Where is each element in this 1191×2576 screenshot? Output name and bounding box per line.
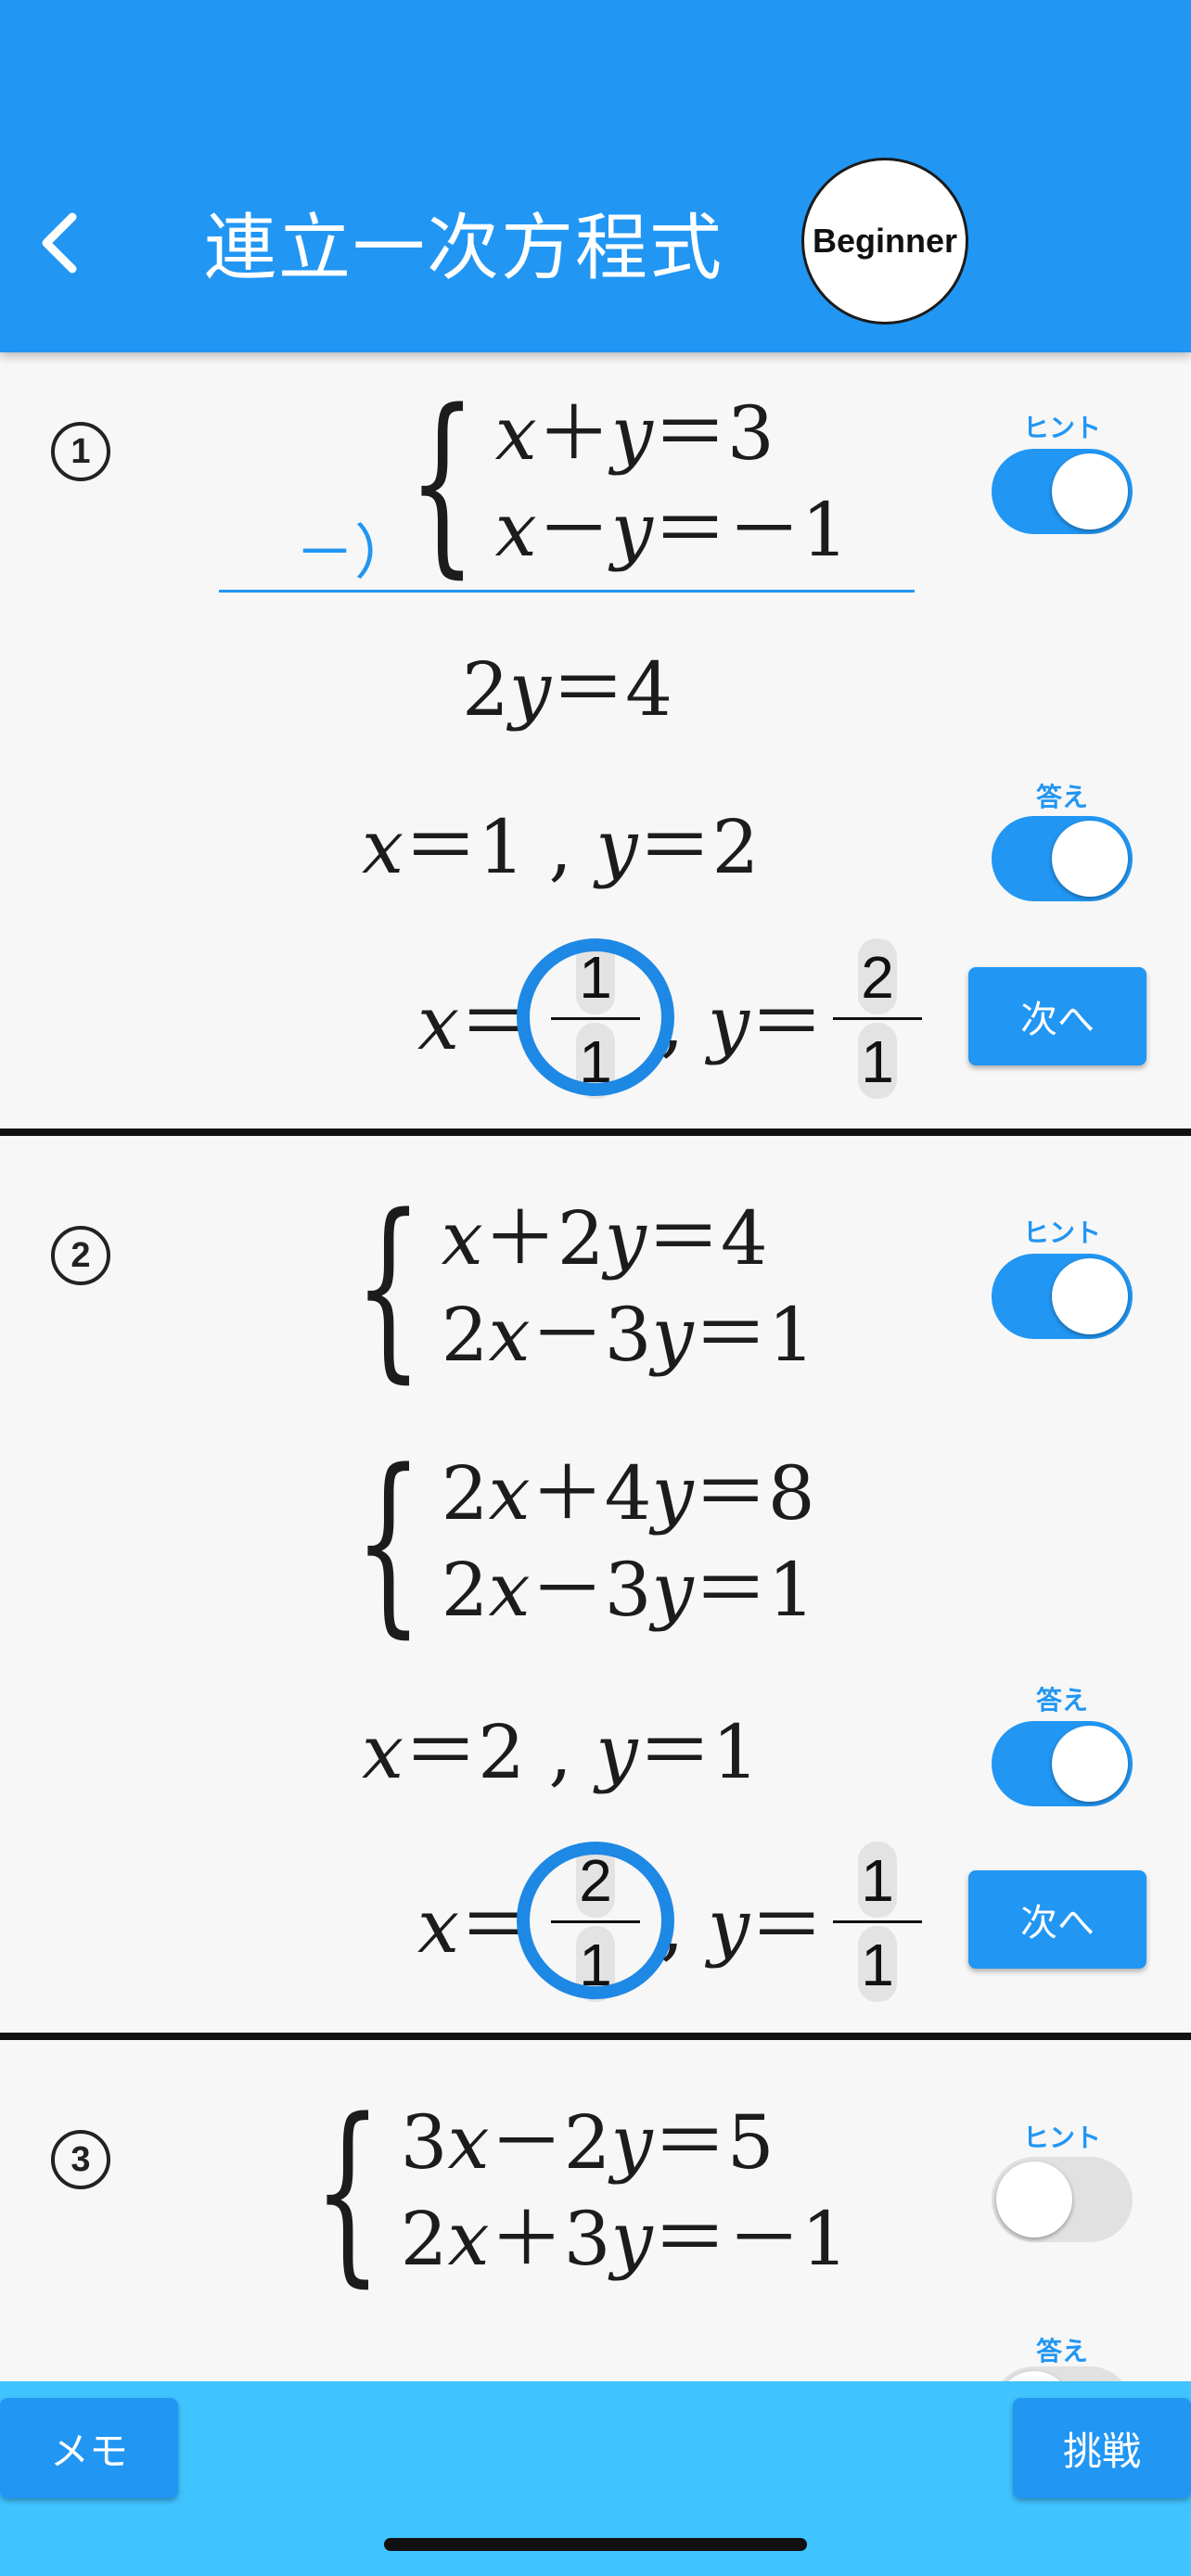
equation-system: { x＋y＝3 x－y＝－1 bbox=[408, 385, 849, 580]
page-title: 連立一次方程式 bbox=[204, 207, 724, 290]
problem-divider bbox=[0, 1129, 1191, 1136]
problem-divider bbox=[0, 2033, 1191, 2040]
y-fraction-input: 2 1 bbox=[833, 938, 922, 1099]
fraction-bar bbox=[551, 1920, 640, 1923]
equation: 2x＋3y＝－1 bbox=[400, 2196, 849, 2282]
toggle-knob bbox=[996, 2162, 1072, 2238]
x-denominator-input[interactable]: 1 bbox=[576, 1926, 615, 2002]
level-badge: Beginner bbox=[801, 158, 968, 325]
x-input-label: x＝ bbox=[417, 1883, 534, 1970]
next-button[interactable]: 次へ bbox=[968, 967, 1146, 1065]
hint-label: ヒント bbox=[1022, 413, 1101, 443]
subtraction-line bbox=[219, 590, 915, 593]
hint-toggle[interactable] bbox=[992, 449, 1133, 534]
hint-label: ヒント bbox=[1022, 1218, 1101, 1248]
brace: { bbox=[354, 1428, 423, 1655]
answer-text: x＝2 , y＝1 bbox=[362, 1709, 760, 1795]
app-header: 連立一次方程式 Beginner bbox=[0, 0, 1191, 352]
level-badge-label: Beginner bbox=[812, 222, 958, 260]
equation: 3x－2y＝5 bbox=[400, 2099, 775, 2186]
toggle-knob bbox=[1052, 453, 1128, 529]
x-numerator-input[interactable]: 2 bbox=[576, 1842, 615, 1918]
y-input-label: , y＝ bbox=[660, 1883, 825, 1970]
x-numerator-input[interactable]: 1 bbox=[576, 938, 615, 1014]
answer-toggle[interactable] bbox=[992, 1721, 1133, 1806]
toggle-knob bbox=[1052, 821, 1128, 897]
toggle-knob bbox=[1052, 1726, 1128, 1802]
hint-toggle[interactable] bbox=[992, 1254, 1133, 1339]
equation: 2x－3y＝1 bbox=[441, 1292, 815, 1378]
y-numerator-input[interactable]: 2 bbox=[858, 938, 897, 1014]
brace: { bbox=[354, 1173, 423, 1400]
fraction-bar bbox=[551, 1017, 640, 1020]
memo-button[interactable]: メモ bbox=[0, 2398, 178, 2498]
y-fraction-input: 1 1 bbox=[833, 1842, 922, 2002]
hint-toggle[interactable] bbox=[992, 2157, 1133, 2242]
problem-number: 1 bbox=[51, 422, 110, 481]
hint-equation-system: { 2x＋4y＝8 2x－3y＝1 bbox=[354, 1445, 815, 1639]
equation: x＋2y＝4 bbox=[441, 1195, 768, 1282]
x-fraction-input: 1 1 bbox=[551, 938, 640, 1099]
y-numerator-input[interactable]: 1 bbox=[858, 1842, 897, 1918]
answer-label: 答え bbox=[1035, 782, 1088, 812]
toggle-knob bbox=[1052, 1258, 1128, 1334]
chevron-left-icon bbox=[42, 212, 77, 274]
answer-label: 答え bbox=[1035, 2336, 1088, 2366]
fraction-bar bbox=[833, 1017, 922, 1020]
equation: 2x＋4y＝8 bbox=[441, 1450, 815, 1537]
answer-label: 答え bbox=[1035, 1685, 1088, 1715]
equation: x－y＝－1 bbox=[494, 487, 849, 573]
hint-label: ヒント bbox=[1022, 2123, 1101, 2153]
x-fraction-input: 2 1 bbox=[551, 1842, 640, 2002]
subtract-operator: －） bbox=[295, 519, 414, 588]
fraction-bar bbox=[833, 1920, 922, 1923]
answer-toggle[interactable] bbox=[992, 816, 1133, 901]
problem-number: 2 bbox=[51, 1226, 110, 1285]
equation: x＋y＝3 bbox=[494, 390, 775, 477]
x-denominator-input[interactable]: 1 bbox=[576, 1023, 615, 1099]
equation: 2x－3y＝1 bbox=[441, 1547, 815, 1633]
y-denominator-input[interactable]: 1 bbox=[858, 1023, 897, 1099]
brace: { bbox=[408, 368, 477, 595]
x-input-label: x＝ bbox=[417, 980, 534, 1066]
equation-system: { x＋2y＝4 2x－3y＝1 bbox=[354, 1190, 815, 1384]
answer-text: x＝1 , y＝2 bbox=[362, 804, 760, 890]
y-denominator-input[interactable]: 1 bbox=[858, 1926, 897, 2002]
brace: { bbox=[314, 2077, 382, 2304]
problem-number: 3 bbox=[51, 2130, 110, 2189]
hint-equation: 2y＝4 bbox=[462, 646, 673, 733]
home-indicator bbox=[384, 2538, 807, 2551]
back-button[interactable] bbox=[33, 206, 89, 280]
next-button[interactable]: 次へ bbox=[968, 1870, 1146, 1969]
y-input-label: , y＝ bbox=[660, 980, 825, 1066]
challenge-button[interactable]: 挑戦 bbox=[1013, 2398, 1191, 2498]
equation-system: { 3x－2y＝5 2x＋3y＝－1 bbox=[314, 2094, 849, 2289]
